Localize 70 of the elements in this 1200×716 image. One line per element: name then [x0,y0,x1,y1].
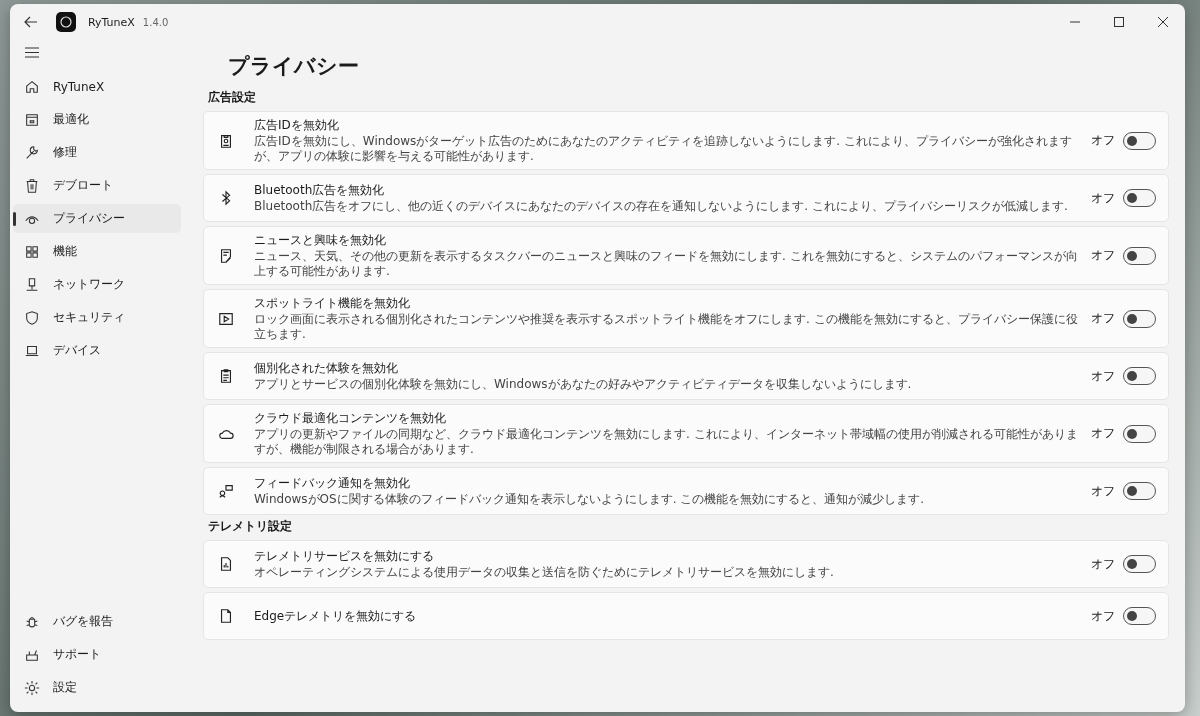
nav-item[interactable]: バグを報告 [13,607,181,636]
nav-item[interactable]: 機能 [13,237,181,266]
toggle-state-label: オフ [1091,367,1115,385]
toggle-state-label: オフ [1091,247,1115,264]
toggle-switch[interactable] [1123,607,1156,625]
toggle-switch[interactable] [1123,424,1156,443]
wrench-icon [24,144,40,161]
nav-item[interactable]: デブロート [13,171,181,200]
nav-item[interactable]: 設定 [13,673,181,702]
setting-title: フィードバック通知を無効化 [254,475,411,491]
toggle-state-label: オフ [1091,482,1115,500]
nav-item[interactable]: 修理 [13,138,181,167]
app-logo-icon [56,12,76,32]
window-icon [24,111,40,128]
setting-description: 広告IDを無効にし、Windowsがターゲット広告のためにあなたのアクティビティを追跡しないようにします. これにより、プライバシーが強化されますが、アプリの体験に影響を与える可能性があります. [254,134,1073,164]
setting-title: 広告IDを無効化 [254,117,340,133]
setting-title: Bluetooth広告を無効化 [254,182,386,198]
setting-title: 個別化された体験を無効化 [254,360,399,376]
home-icon [24,78,40,95]
menu-icon[interactable] [25,47,39,58]
nav-item[interactable]: RyTuneX [13,72,181,101]
setting-title: ニュースと興味を無効化 [254,232,387,248]
setting-title: スポットライト機能を無効化 [254,295,411,311]
page-title: プライバシー [228,53,360,80]
nav-item[interactable]: ネットワーク [13,270,181,299]
setting-description: Bluetooth広告をオフにし、他の近くのデバイスにあなたのデバイスの存在を通知しないようにします. これにより、プライバシーリスクが低減します. [254,199,1069,214]
setting-title: クラウド最適化コンテンツを無効化 [254,410,447,426]
toggle-switch[interactable] [1123,555,1156,573]
toggle-switch[interactable] [1123,309,1156,328]
nav-item[interactable]: 最適化 [13,105,181,134]
toggle-state-label: オフ [1091,310,1115,327]
toggle-switch[interactable] [1123,131,1156,150]
back-arrow-icon[interactable] [24,16,38,28]
setting-description: アプリとサービスの個別化体験を無効にし、Windowsがあなたの好みやアクティビティデータを収集しないようにします. [254,377,913,392]
newspaper-icon [218,247,234,264]
toggle-state-label: オフ [1091,425,1115,442]
setting-description: WindowsがOSに関する体験のフィードバック通知を表示しないようにします. この機能を無効にすると、通知が減少します. [254,492,926,507]
toggle-switch[interactable] [1123,367,1156,385]
setting-description: ニュース、天気、その他の更新を表示するタスクバーのニュースと興味のフィードを無効にします. これを無効にすると、システムのパフォーマンスが向上する可能性があります. [254,249,1079,279]
play-icon [218,310,234,327]
toggle-state-label: オフ [1091,132,1115,149]
close-icon[interactable] [1158,17,1168,27]
app-version: 1.4.0 [142,16,169,28]
document-icon [218,608,234,624]
clipboard-icon [218,368,234,384]
shield-icon [24,309,40,326]
toggle-switch[interactable] [1123,246,1156,265]
nav-item[interactable]: プライバシー [13,204,181,233]
toggle-state-label: オフ [1091,555,1115,573]
section-heading: テレメトリ設定 [208,519,293,534]
toggle-state-label: オフ [1091,607,1115,625]
app-name: RyTuneX [88,15,135,29]
chart-document-icon [218,556,234,572]
toggle-switch[interactable] [1123,482,1156,500]
setting-title: Edgeテレメトリを無効にする [254,608,418,624]
nav-item[interactable]: デバイス [13,336,181,365]
nav-item[interactable]: セキュリティ [13,303,181,332]
nav-item[interactable]: サポート [13,640,181,669]
id-badge-icon [218,132,234,149]
chat-icon [218,483,234,499]
trash-icon [24,177,40,194]
setting-description: アプリの更新やファイルの同期など、クラウド最適化コンテンツを無効にします. これにより、インターネット帯域幅の使用が削減される可能性がありますが、機能が制限される場合があります. [254,427,1079,457]
section-heading: 広告設定 [208,90,257,105]
setting-title: テレメトリサービスを無効にする [254,548,435,564]
grid-icon [24,243,40,260]
maximize-icon[interactable] [1114,17,1124,27]
toggle-switch[interactable] [1123,189,1156,207]
setting-description: ロック画面に表示される個別化されたコンテンツや推奨を表示するスポットライト機能をオフにします. この機能を無効にすると、プライバシー保護に役立ちます. [254,312,1079,342]
toggle-state-label: オフ [1091,189,1115,207]
setting-description: オペレーティングシステムによる使用データの収集と送信を防ぐためにテレメトリサービスを無効にします. [254,565,835,580]
